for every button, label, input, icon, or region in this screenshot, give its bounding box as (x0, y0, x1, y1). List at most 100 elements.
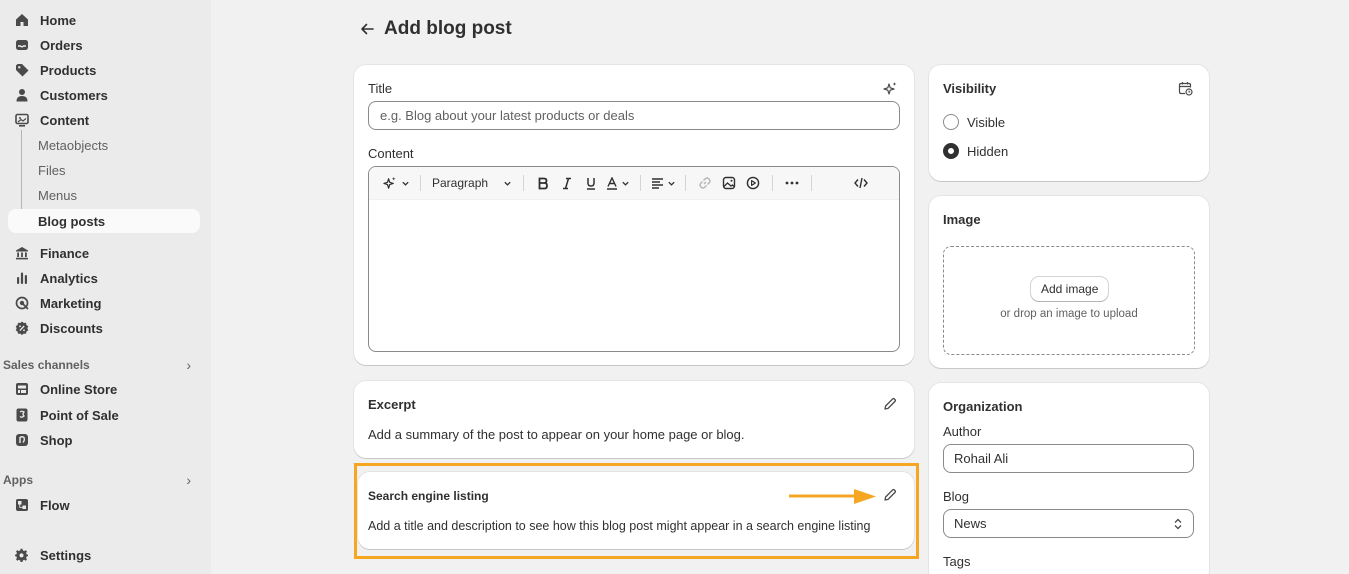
insert-link-button[interactable] (693, 171, 717, 195)
sales-channels-header[interactable]: Sales channels › (3, 357, 203, 373)
content-label: Content (368, 146, 414, 161)
person-icon (14, 87, 30, 103)
discount-icon (14, 320, 30, 336)
sidebar-item-label: Orders (40, 37, 83, 53)
sidebar: Home Orders Products Customers Content M… (0, 0, 211, 574)
sidebar-item-customers[interactable]: Customers (8, 83, 200, 107)
underline-button[interactable] (579, 171, 603, 195)
edit-seo-button[interactable] (880, 485, 900, 505)
code-icon (854, 177, 868, 189)
image-heading: Image (943, 212, 981, 227)
radio-checked (943, 143, 959, 159)
select-chevron-icon (1174, 518, 1182, 529)
arrow-annotation (789, 489, 876, 504)
sidebar-item-content[interactable]: Content (8, 108, 200, 132)
excerpt-card: Excerpt Add a summary of the post to app… (354, 381, 914, 458)
insert-image-button[interactable] (717, 171, 741, 195)
sidebar-subitem-metaobjects[interactable]: Metaobjects (8, 133, 200, 157)
sidebar-item-label: Marketing (40, 295, 102, 311)
title-input[interactable]: e.g. Blog about your latest products or … (368, 101, 900, 130)
sidebar-item-settings[interactable]: Settings (8, 543, 200, 567)
sales-channels-label: Sales channels (3, 358, 90, 372)
bar-chart-icon (14, 270, 30, 286)
home-icon (14, 12, 30, 28)
sidebar-item-online-store[interactable]: Online Store (8, 377, 200, 401)
sidebar-item-home[interactable]: Home (8, 8, 200, 32)
visibility-visible-radio[interactable]: Visible (943, 114, 1005, 130)
apps-header[interactable]: Apps › (3, 472, 203, 488)
sidebar-item-label: Analytics (40, 270, 98, 286)
content-icon (14, 112, 30, 128)
schedule-visibility-button[interactable] (1175, 78, 1195, 98)
visibility-heading: Visibility (943, 81, 997, 96)
post-card: Title e.g. Blog about your latest produc… (354, 65, 914, 365)
toolbar-divider (811, 175, 812, 191)
toolbar-divider (772, 175, 773, 191)
author-label: Author (943, 424, 982, 439)
format-value: Paragraph (432, 176, 489, 190)
content-editor[interactable]: Paragraph (368, 166, 900, 352)
image-icon (722, 176, 736, 190)
blog-select[interactable]: News (943, 509, 1194, 538)
toolbar-divider (640, 175, 641, 191)
seo-card: Search engine listing Add a title and de… (358, 472, 914, 549)
toolbar-divider (685, 175, 686, 191)
visibility-hidden-radio[interactable]: Hidden (943, 143, 1008, 159)
page-header: Add blog post (356, 18, 512, 40)
pos-icon (14, 407, 30, 423)
back-button[interactable] (356, 18, 378, 40)
excerpt-heading: Excerpt (368, 397, 416, 412)
title-placeholder: e.g. Blog about your latest products or … (380, 108, 635, 123)
toolbar-divider (420, 175, 421, 191)
excerpt-description: Add a summary of the post to appear on y… (368, 427, 745, 442)
add-image-button[interactable]: Add image (1031, 277, 1109, 301)
sidebar-item-point-of-sale[interactable]: Point of Sale (8, 403, 200, 427)
sidebar-item-finance[interactable]: Finance (8, 241, 200, 265)
sidebar-subitem-label: Metaobjects (38, 137, 109, 153)
more-options-button[interactable] (780, 171, 804, 195)
radio-unchecked (943, 114, 959, 130)
chevron-down-icon (667, 181, 675, 186)
text-color-dropdown[interactable] (603, 171, 633, 195)
link-icon (699, 177, 711, 189)
sidebar-item-label: Home (40, 12, 77, 28)
toolbar-divider (523, 175, 524, 191)
sidebar-subitem-label: Menus (38, 187, 78, 203)
tag-icon (14, 62, 30, 78)
image-dropzone[interactable]: Add image or drop an image to upload (943, 246, 1195, 355)
html-view-button[interactable] (849, 171, 873, 195)
format-dropdown[interactable]: Paragraph (428, 171, 516, 195)
author-value: Rohail Ali (954, 451, 1009, 466)
target-icon (14, 295, 30, 311)
page-title: Add blog post (384, 18, 512, 39)
sidebar-item-shop[interactable]: Shop (8, 428, 200, 452)
sidebar-item-orders[interactable]: Orders (8, 33, 200, 57)
sidebar-item-products[interactable]: Products (8, 58, 200, 82)
tags-label: Tags (943, 554, 971, 569)
sidebar-item-marketing[interactable]: Marketing (8, 291, 200, 315)
ai-generate-dropdown[interactable] (379, 171, 413, 195)
chevron-down-icon (622, 181, 629, 186)
blog-label: Blog (943, 489, 970, 504)
store-icon (14, 381, 30, 397)
bold-button[interactable] (531, 171, 555, 195)
gear-icon (14, 547, 30, 563)
radio-label: Visible (967, 114, 1006, 130)
bold-icon (538, 177, 548, 189)
sidebar-item-analytics[interactable]: Analytics (8, 266, 200, 290)
sidebar-subitem-menus[interactable]: Menus (8, 183, 200, 207)
inbox-icon (14, 37, 30, 53)
sidebar-item-flow[interactable]: Flow (8, 493, 200, 517)
sidebar-item-label: Content (40, 112, 90, 128)
sidebar-subitem-files[interactable]: Files (8, 158, 200, 182)
magic-sparkle-icon[interactable] (880, 78, 900, 98)
italic-button[interactable] (555, 171, 579, 195)
align-dropdown[interactable] (648, 171, 678, 195)
blog-value: News (954, 516, 987, 531)
play-circle-icon (746, 176, 760, 190)
author-input[interactable]: Rohail Ali (943, 444, 1194, 473)
sidebar-item-discounts[interactable]: Discounts (8, 316, 200, 340)
insert-video-button[interactable] (741, 171, 765, 195)
edit-excerpt-button[interactable] (880, 394, 900, 414)
sidebar-subitem-blog-posts[interactable]: Blog posts (8, 209, 200, 233)
